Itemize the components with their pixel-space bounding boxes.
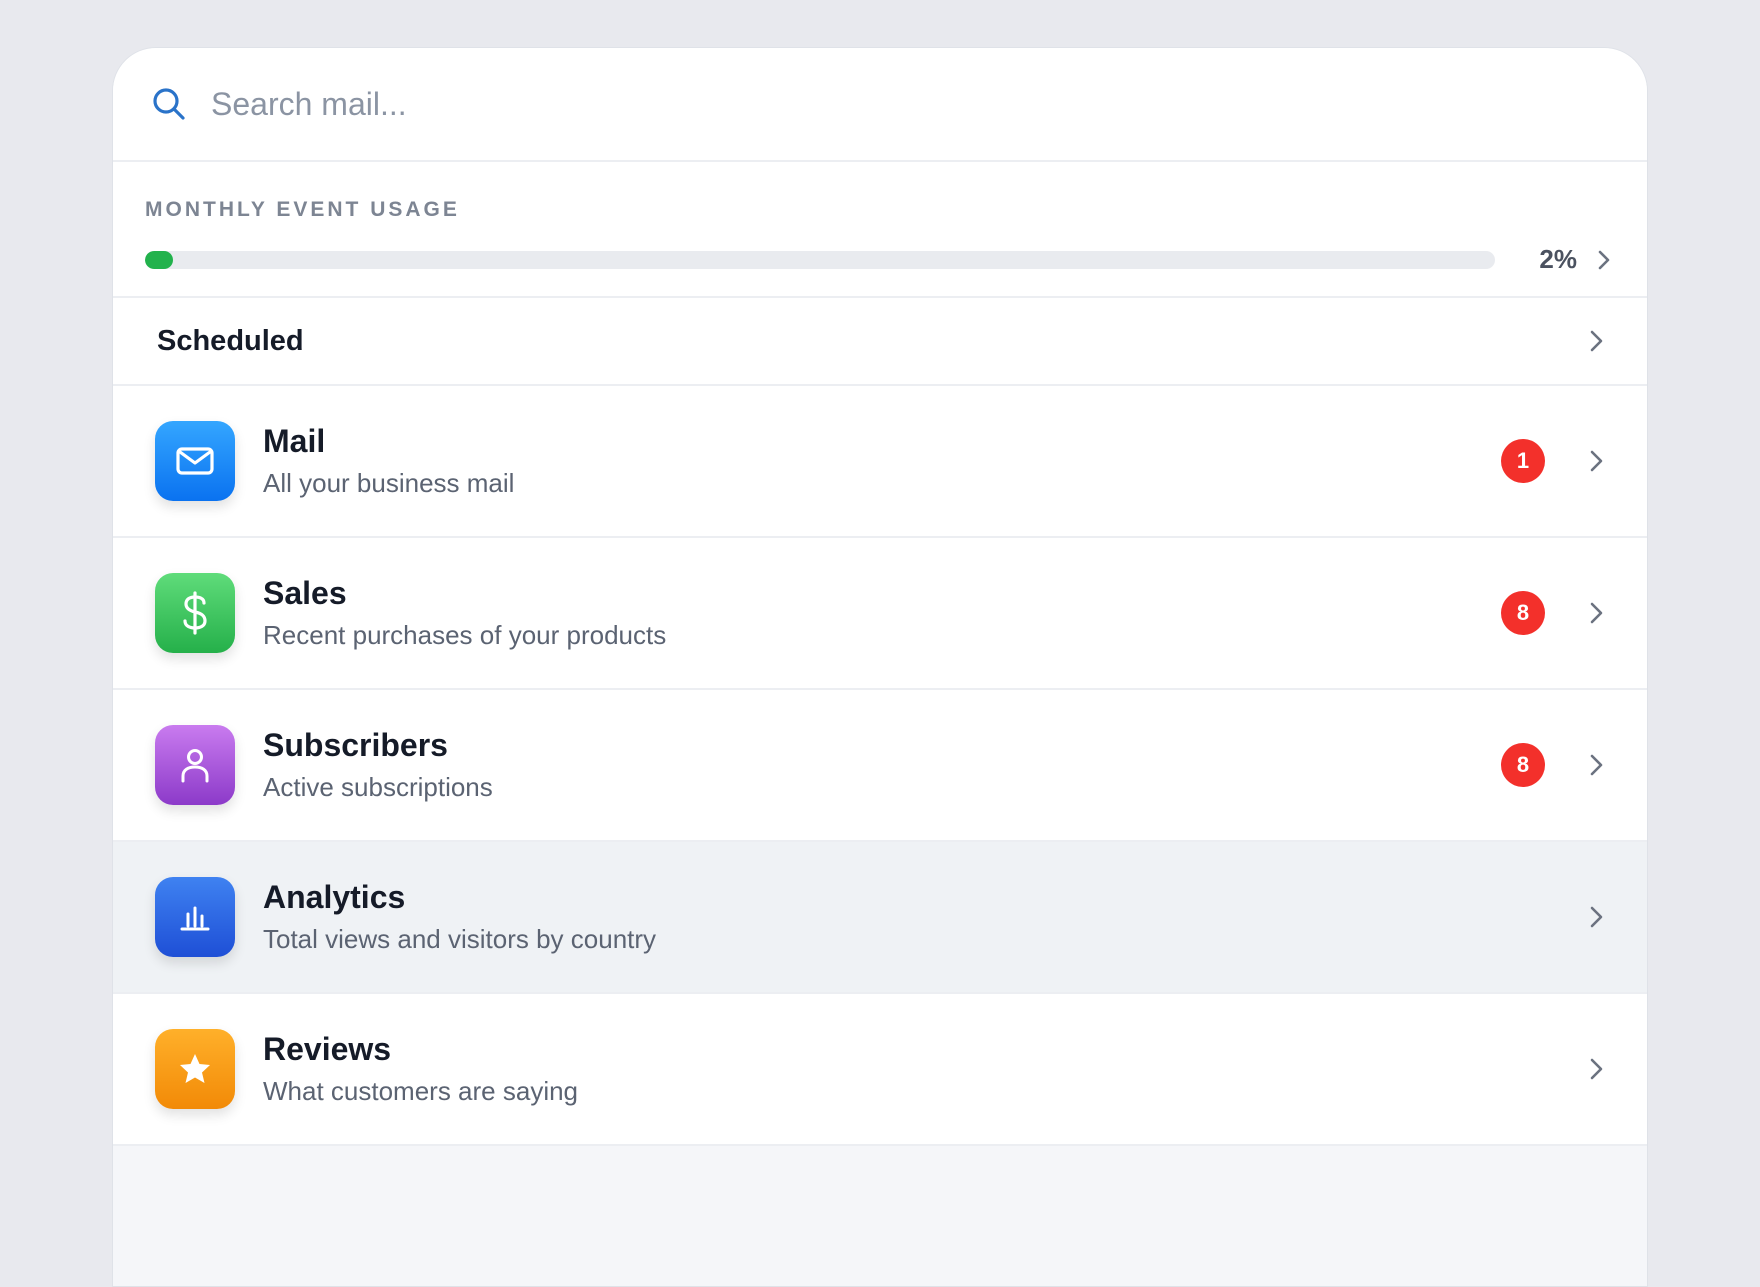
analytics-app-icon <box>155 877 235 957</box>
user-icon <box>175 745 215 785</box>
event-usage-panel[interactable]: MONTHLY EVENT USAGE 2% <box>113 162 1647 298</box>
usage-progress-fill <box>145 250 173 269</box>
search-input[interactable] <box>211 85 1647 123</box>
search-bar <box>113 48 1647 162</box>
sales-app-icon <box>155 573 235 653</box>
app-panel: MONTHLY EVENT USAGE 2% Scheduled <box>112 47 1648 1287</box>
scheduled-row[interactable]: Scheduled <box>113 298 1647 386</box>
star-icon <box>176 1050 214 1088</box>
item-title: Sales <box>263 575 347 611</box>
chevron-right-icon <box>1583 328 1609 354</box>
item-subtitle: Active subscriptions <box>263 772 493 802</box>
usage-percent: 2% <box>1539 244 1577 274</box>
mail-app-icon <box>155 421 235 501</box>
list-item-analytics[interactable]: Analytics Total views and visitors by co… <box>113 842 1647 994</box>
subscribers-app-icon <box>155 725 235 805</box>
bar-chart-icon <box>176 898 214 936</box>
list-item-mail[interactable]: Mail All your business mail 1 <box>113 386 1647 538</box>
list-item-sales[interactable]: Sales Recent purchases of your products … <box>113 538 1647 690</box>
list-item-reviews[interactable]: Reviews What customers are saying <box>113 994 1647 1146</box>
item-title: Mail <box>263 423 326 459</box>
reviews-app-icon <box>155 1029 235 1109</box>
usage-progress-bar <box>145 250 1496 269</box>
item-subtitle: What customers are saying <box>263 1076 579 1106</box>
search-icon[interactable] <box>151 86 187 122</box>
item-subtitle: Total views and visitors by country <box>263 924 657 954</box>
chevron-right-icon <box>1583 1056 1609 1082</box>
item-title: Analytics <box>263 879 406 915</box>
chevron-right-icon <box>1583 904 1609 930</box>
dollar-icon <box>174 590 216 636</box>
item-subtitle: All your business mail <box>263 468 515 498</box>
chevron-right-icon <box>1583 448 1609 474</box>
item-title: Subscribers <box>263 727 448 763</box>
item-subtitle: Recent purchases of your products <box>263 620 667 650</box>
notification-badge: 8 <box>1501 591 1545 635</box>
list-item-subscribers[interactable]: Subscribers Active subscriptions 8 <box>113 690 1647 842</box>
item-title: Reviews <box>263 1031 392 1067</box>
usage-title: MONTHLY EVENT USAGE <box>145 198 460 221</box>
chevron-right-icon <box>1583 752 1609 778</box>
notification-badge: 8 <box>1501 743 1545 787</box>
notification-badge: 1 <box>1501 439 1545 483</box>
mail-icon <box>174 440 216 482</box>
chevron-right-icon <box>1583 600 1609 626</box>
chevron-right-icon <box>1593 249 1615 271</box>
scheduled-label: Scheduled <box>157 324 304 357</box>
